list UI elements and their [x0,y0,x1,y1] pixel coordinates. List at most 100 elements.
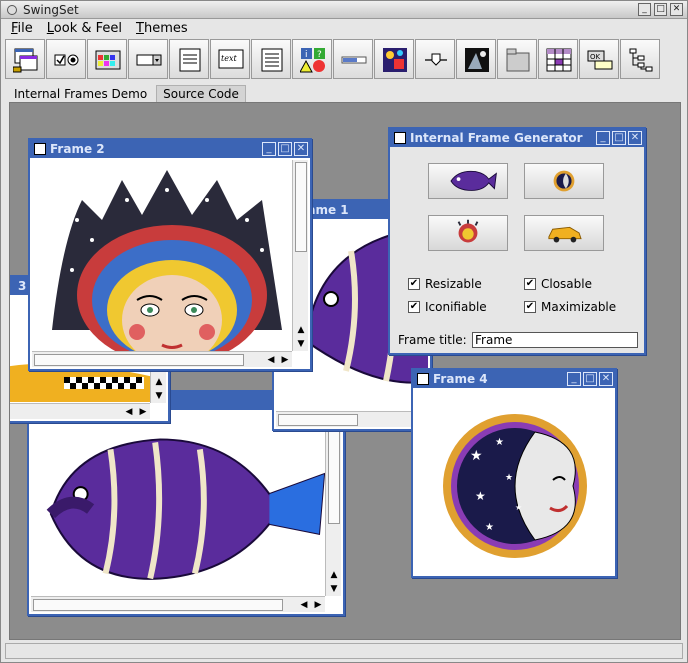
resizable-label: Resizable [425,277,482,291]
window-maximize-button[interactable]: □ [654,3,667,16]
svg-text:★: ★ [470,448,483,464]
closable-check-box[interactable]: ✔ [524,278,536,290]
create-moon-frame-button[interactable] [524,163,604,199]
toolbar-progress-bar-button[interactable] [333,39,373,79]
tab-internal-frames-demo[interactable]: Internal Frames Demo [7,85,155,102]
toolbar-list-button[interactable] [251,39,291,79]
toolbar-split-pane-button[interactable] [456,39,496,79]
generator-close-button[interactable]: ✕ [628,131,642,145]
toolbar-file-chooser-button[interactable] [169,39,209,79]
resizable-check-box[interactable]: ✔ [408,278,420,290]
generator-titlebar[interactable]: Internal Frame Generator _ □ ✕ [390,129,644,147]
tabbed-pane-icon [506,48,530,72]
internal-frame-icon [13,48,38,73]
menu-file[interactable]: File [11,20,33,38]
table-icon [546,48,572,72]
frame-2-hscroll-thumb[interactable] [34,354,244,366]
frame-1-horizontal-scrollbar[interactable] [276,411,428,427]
frame-4-maximize-button[interactable]: □ [583,372,597,386]
frame-2-scroll-right-arrow[interactable]: ▶ [278,352,292,367]
frame-2-vertical-scrollbar[interactable]: ▲ ▼ [292,160,308,351]
tooltip-icon: OK [587,50,613,70]
frame-2-scroll-up-arrow[interactable]: ▲ [293,323,308,337]
toolbar-tree-button[interactable] [620,39,660,79]
moon-image: ★ ★ ★ ★ ★ ★ [415,390,613,574]
menu-look-and-feel[interactable]: Look & Feel [47,20,122,38]
frame-2-scroll-left-arrow[interactable]: ◀ [264,352,278,367]
frame-title-input[interactable] [472,332,638,348]
frame-3-scroll-up-arrow[interactable]: ▲ [151,375,166,389]
generator-maximize-button[interactable]: □ [612,131,626,145]
create-taxi-frame-button[interactable] [524,215,604,251]
frame-2-maximize-button[interactable]: □ [278,142,292,156]
svg-text:i: i [305,50,308,60]
create-sun-frame-button[interactable] [428,215,508,251]
demo-toolbar: text i ? OK [5,39,660,81]
frame-4-titlebar[interactable]: Frame 4 _ □ ✕ [413,370,615,388]
svg-text:?: ? [317,50,322,60]
frame-2-scroll-down-arrow[interactable]: ▼ [293,337,308,351]
window-close-button[interactable]: ✕ [670,3,683,16]
frame-3-scroll-right-arrow[interactable]: ▶ [136,404,150,419]
sun-mask-icon [457,219,479,243]
frame-5-scroll-down-arrow[interactable]: ▼ [326,582,341,596]
frame-5-scroll-up-arrow[interactable]: ▲ [326,568,341,582]
frame-4-close-button[interactable]: ✕ [599,372,613,386]
toolbar-checkbox-button[interactable] [46,39,86,79]
iconifiable-check-box[interactable]: ✔ [408,301,420,313]
frame-1-hscroll-thumb[interactable] [278,414,358,426]
maximizable-checkbox[interactable]: ✔ Maximizable [524,300,616,314]
fish-image [31,414,329,594]
scroll-pane-icon [383,48,407,72]
toolbar-option-pane-button[interactable]: i ? [292,39,332,79]
toolbar-scroll-pane-button[interactable] [374,39,414,79]
iconifiable-label: Iconifiable [425,300,487,314]
frame-2-icon [34,143,46,155]
frame-5-scroll-right-arrow[interactable]: ▶ [311,597,325,612]
iconifiable-checkbox[interactable]: ✔ Iconifiable [408,300,487,314]
closable-label: Closable [541,277,592,291]
maximizable-label: Maximizable [541,300,617,314]
toolbar-editor-pane-button[interactable]: text [210,39,250,79]
internal-frame-generator[interactable]: Internal Frame Generator _ □ ✕ ✔ Resizab… [388,127,646,355]
maximizable-check-box[interactable]: ✔ [524,301,536,313]
toolbar-tooltip-button[interactable]: OK [579,39,619,79]
create-fish-frame-button[interactable] [428,163,508,199]
frame-3-scroll-down-arrow[interactable]: ▼ [151,389,166,403]
slider-icon [425,53,447,66]
frame-2-horizontal-scrollbar[interactable]: ◀ ▶ [32,351,292,367]
internal-frame-4[interactable]: Frame 4 _ □ ✕ ★ ★ ★ ★ ★ ★ [411,368,617,578]
status-bar [5,643,683,659]
frame-4-minimize-button[interactable]: _ [567,372,581,386]
window-minimize-button[interactable]: _ [638,3,651,16]
toolbar-combobox-button[interactable] [128,39,168,79]
frame-2-vscroll-thumb[interactable] [295,162,307,252]
resizable-checkbox[interactable]: ✔ Resizable [408,277,482,291]
frame-2-titlebar[interactable]: Frame 2 _ □ ✕ [30,140,310,158]
demo-tabs: Internal Frames Demo Source Code [7,85,246,102]
frame-5-hscroll-thumb[interactable] [33,599,283,611]
frame-5-horizontal-scrollbar[interactable]: ◀ ▶ [31,596,325,612]
frame-2-title: Frame 2 [50,142,105,156]
frame-3-horizontal-scrollbar[interactable]: ◀ ▶ [10,403,150,419]
app-icon[interactable] [7,5,17,15]
frame-3-scroll-left-arrow[interactable]: ◀ [122,404,136,419]
window-titlebar[interactable]: SwingSet _ □ ✕ [1,1,687,19]
toolbar-internal-frame-button[interactable] [5,39,45,79]
menu-themes[interactable]: Themes [136,20,188,38]
tab-source-code[interactable]: Source Code [156,85,246,102]
toolbar-table-button[interactable] [538,39,578,79]
frame-4-content: ★ ★ ★ ★ ★ ★ [415,390,613,574]
frame-2-close-button[interactable]: ✕ [294,142,308,156]
toolbar-slider-button[interactable] [415,39,455,79]
svg-text:★: ★ [505,473,513,483]
generator-minimize-button[interactable]: _ [596,131,610,145]
toolbar-color-chooser-button[interactable] [87,39,127,79]
frame-2-minimize-button[interactable]: _ [262,142,276,156]
closable-checkbox[interactable]: ✔ Closable [524,277,592,291]
frame-5-vertical-scrollbar[interactable]: ▲ ▼ [325,412,341,596]
frame-5-scroll-left-arrow[interactable]: ◀ [297,597,311,612]
internal-frame-2[interactable]: Frame 2 _ □ ✕ ▲ ▼ ◀ ▶ [28,138,312,371]
frame-5-content: ▲ ▼ ◀ ▶ [31,412,341,612]
toolbar-tabbed-pane-button[interactable] [497,39,537,79]
